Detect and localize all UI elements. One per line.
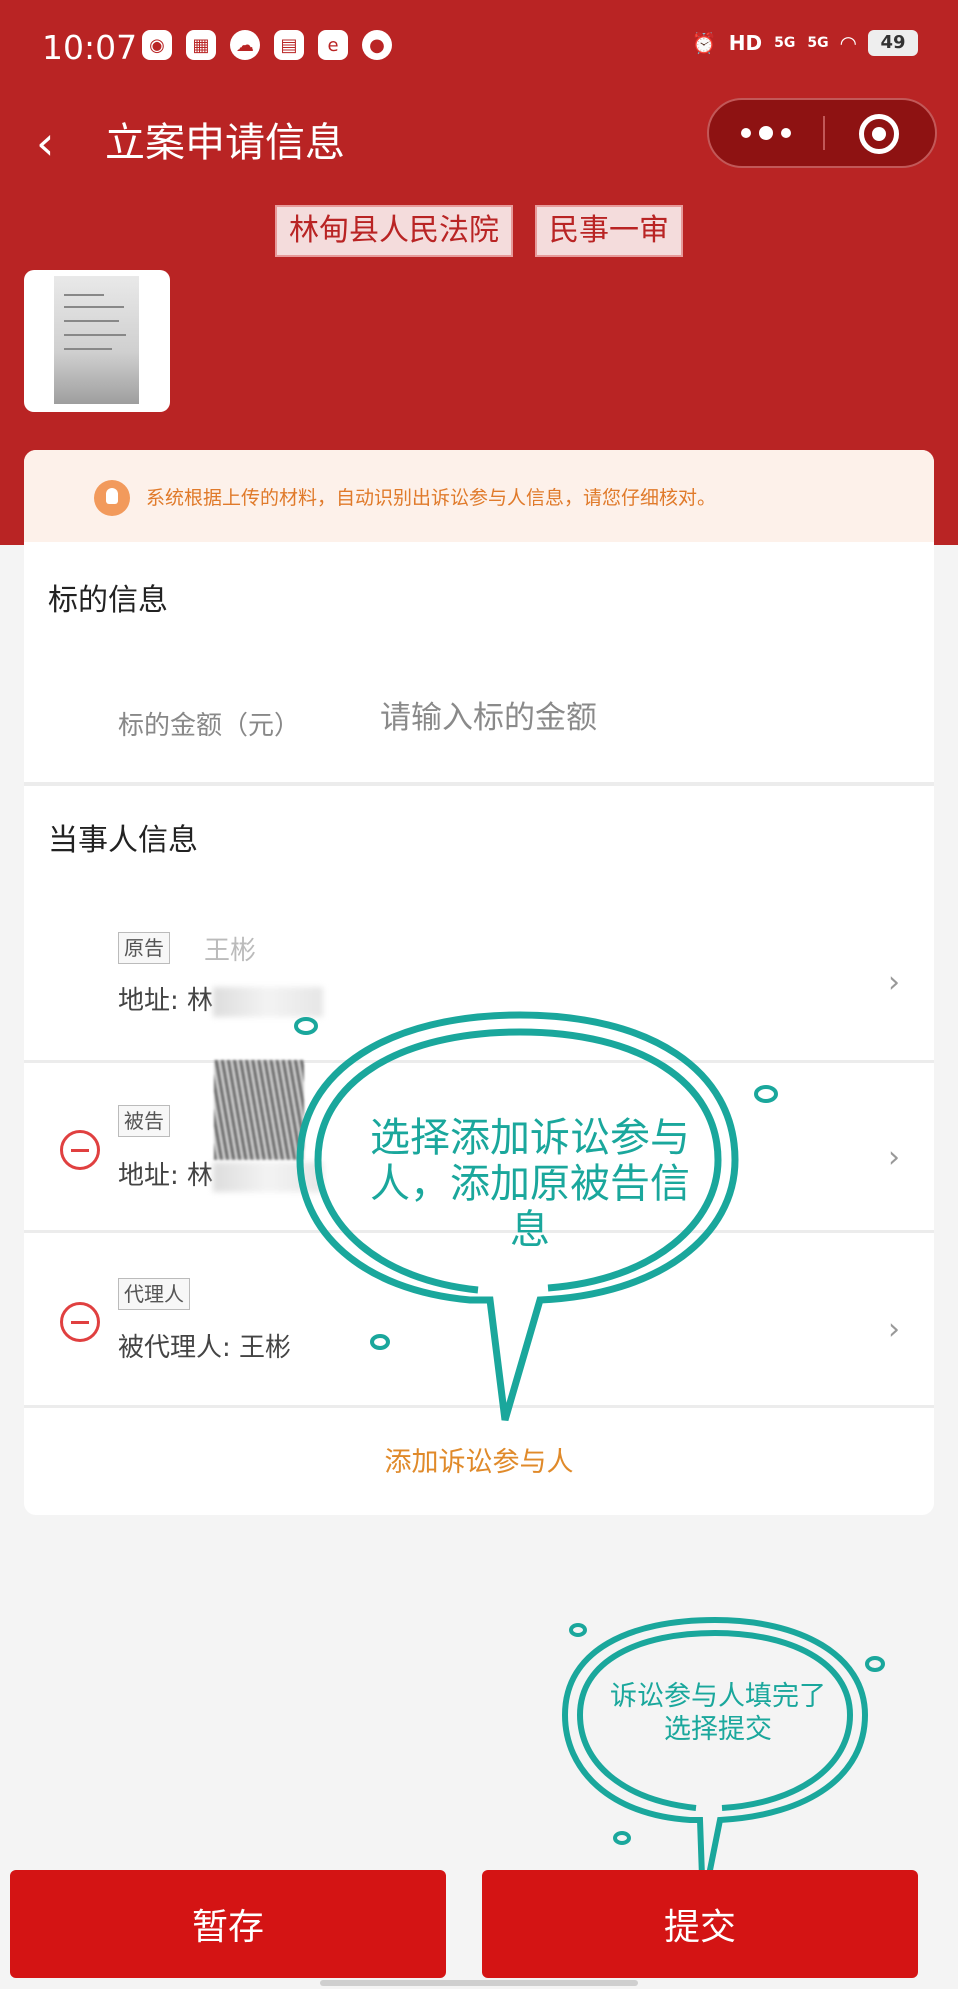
doc-line (64, 306, 124, 308)
section-divider (24, 782, 934, 786)
capsule-divider (823, 116, 825, 150)
grid-app-icon: ▦ (186, 30, 216, 60)
system-indicators: ⏰ HD 5G 5G ◠ 49 (692, 30, 918, 56)
case-info-card: 系统根据上传的材料，自动识别出诉讼参与人信息，请您仔细核对。 标的信息 标的金额… (24, 450, 934, 1515)
alarm-icon: ⏰ (691, 31, 717, 55)
court-tags: 林甸县人民法院 民事一审 (0, 205, 958, 257)
party-address: 地址: 林 (118, 1155, 324, 1192)
signal-5g-1: 5G (774, 35, 796, 51)
notice-text: 系统根据上传的材料，自动识别出诉讼参与人信息，请您仔细核对。 (146, 486, 717, 509)
doc-line (64, 348, 112, 350)
doc-line (64, 294, 104, 296)
dot (759, 126, 773, 140)
annotation-text-2: 诉讼参与人填完了选择提交 (610, 1681, 826, 1745)
amount-input[interactable] (380, 695, 880, 741)
address-prefix: 地址: 林 (118, 1161, 214, 1191)
chat-bubble-icon: ● (362, 30, 392, 60)
annotation-bubble-2 (561, 1616, 869, 1906)
address-prefix: 地址: 林 (118, 986, 214, 1016)
chevron-left-icon[interactable]: ‹ (36, 113, 76, 173)
subject-section-title: 标的信息 (48, 583, 168, 618)
cloud-icon: ☁ (230, 30, 260, 60)
amount-label: 标的金额（元） (118, 711, 301, 741)
save-draft-button[interactable]: 暂存 (10, 1870, 446, 1978)
dot (781, 128, 791, 138)
bird-icon: ◉ (142, 30, 172, 60)
doc-line (64, 334, 126, 336)
remove-icon[interactable] (60, 1130, 100, 1170)
document-page (54, 276, 139, 404)
redacted-name (214, 1060, 304, 1160)
lightbulb-icon (94, 480, 130, 516)
role-tag-agent: 代理人 (118, 1278, 190, 1310)
party-address: 地址: 林 (118, 980, 324, 1017)
remove-icon[interactable] (60, 1302, 100, 1342)
annotation-text-1: 选择添加诉讼参与人，添加原被告信息 (370, 1115, 690, 1253)
chevron-right-icon: › (888, 965, 900, 1000)
submit-button[interactable]: 提交 (482, 1870, 918, 1978)
notification-icons: ◉ ▦ ☁ ▤ e ● (142, 30, 392, 60)
add-participant-link[interactable]: 添加诉讼参与人 (24, 1440, 934, 1479)
navigation-bar: ‹ 立案申请信息 (0, 95, 958, 195)
court-name-tag: 林甸县人民法院 (275, 205, 513, 257)
ocr-notice-banner: 系统根据上传的材料，自动识别出诉讼参与人信息，请您仔细核对。 (24, 450, 934, 542)
role-tag-defendant: 被告 (118, 1105, 170, 1137)
home-indicator[interactable] (320, 1980, 638, 1986)
case-type-tag: 民事一审 (535, 205, 683, 257)
role-tag-plaintiff: 原告 (118, 932, 170, 964)
chevron-right-icon: › (888, 1140, 900, 1175)
target-icon[interactable] (859, 114, 899, 154)
redacted-address (213, 1161, 324, 1192)
row-divider (24, 1405, 934, 1408)
represented-party: 被代理人: 王彬 (118, 1333, 292, 1363)
status-bar: 10:07 ◉ ▦ ☁ ▤ e ● ⏰ HD 5G 5G ◠ 49 (0, 0, 958, 95)
row-divider (24, 1060, 934, 1063)
battery-indicator: 49 (868, 30, 918, 56)
chevron-right-icon: › (888, 1312, 900, 1347)
status-time: 10:07 (42, 28, 138, 67)
mini-program-capsule (707, 98, 937, 168)
hd-label: HD (728, 31, 763, 55)
party-section-title: 当事人信息 (48, 823, 198, 858)
party-name: 王彬 (204, 936, 257, 966)
more-dots-icon[interactable] (709, 100, 823, 166)
dot (741, 128, 751, 138)
redacted-address (213, 986, 324, 1017)
doc-line (64, 320, 119, 322)
wallet-icon: ▤ (274, 30, 304, 60)
page-title: 立案申请信息 (105, 120, 345, 166)
signal-5g-2: 5G (807, 35, 829, 51)
uploaded-document-thumbnail[interactable] (24, 270, 170, 412)
e-app-icon: e (318, 30, 348, 60)
wifi-icon: ◠ (840, 31, 856, 55)
